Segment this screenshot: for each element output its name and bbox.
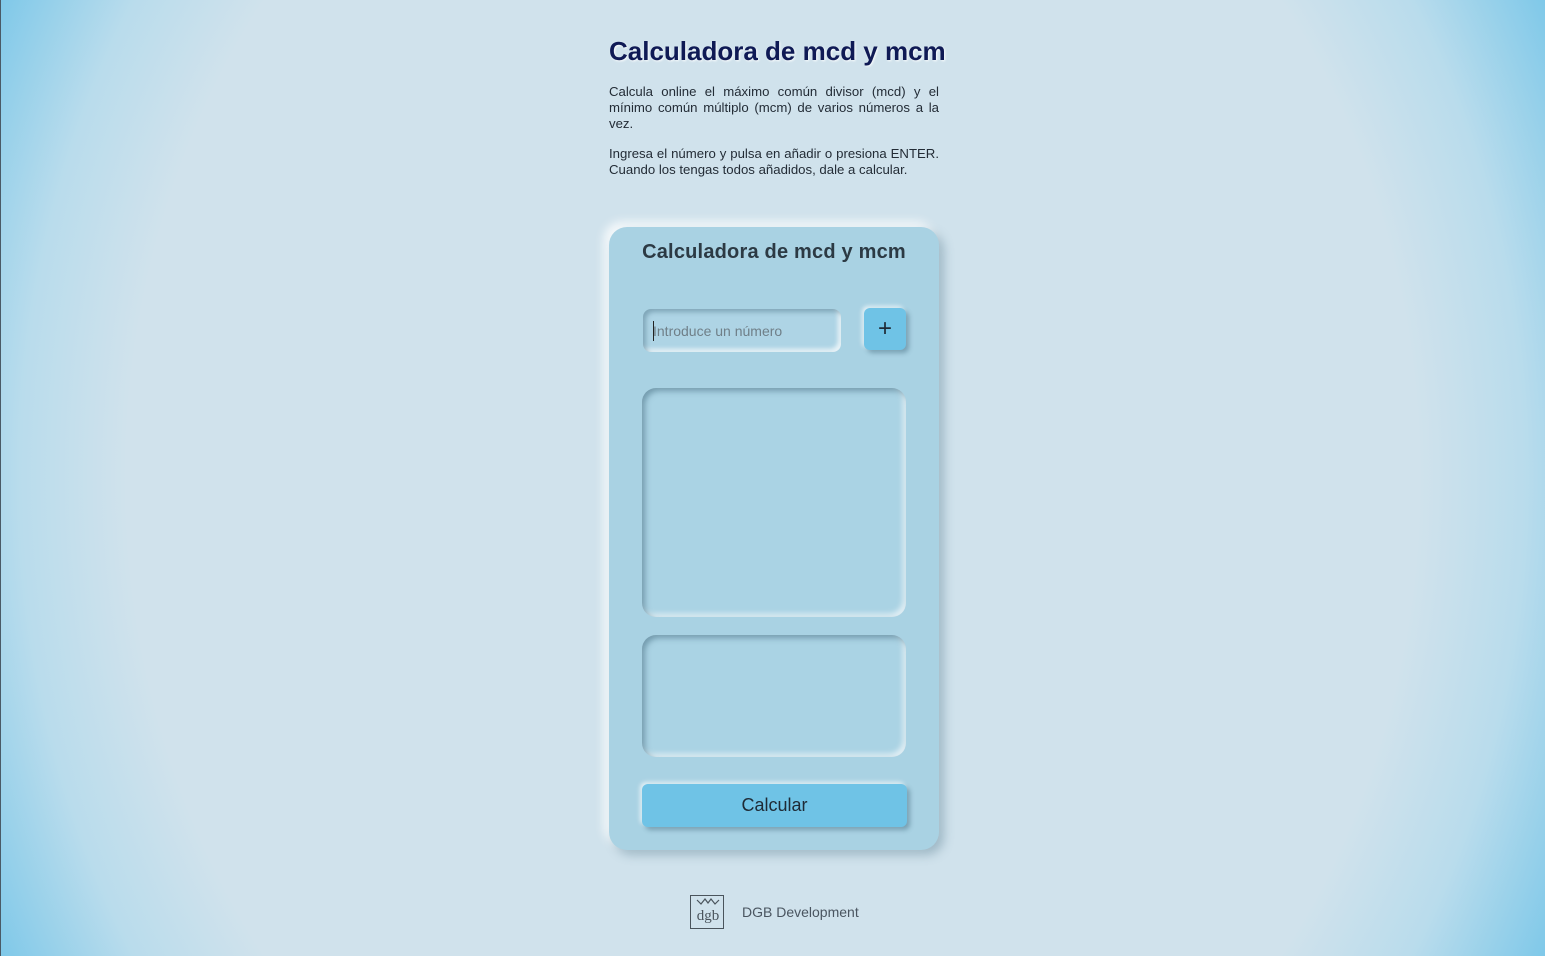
instructions-paragraph: Ingresa el número y pulsa en añadir o pr… xyxy=(609,146,939,177)
footer-text: DGB Development xyxy=(742,904,859,920)
description-paragraph: Calcula online el máximo común divisor (… xyxy=(609,84,939,131)
numbers-list-box xyxy=(642,388,906,617)
number-input[interactable] xyxy=(643,309,841,352)
add-number-button[interactable]: + xyxy=(864,308,906,350)
page-title: Calculadora de mcd y mcm xyxy=(609,36,946,66)
calculator-title: Calculadora de mcd y mcm xyxy=(642,241,906,263)
logo-mark: dgb xyxy=(697,908,720,924)
calculate-button[interactable]: Calcular xyxy=(642,784,907,827)
footer: dgb DGB Development xyxy=(690,894,859,930)
result-box xyxy=(642,635,906,757)
window-edge xyxy=(0,0,1,956)
intro-section: Calculadora de mcd y mcm Calcula online … xyxy=(609,0,946,178)
text-caret xyxy=(653,321,654,341)
calculator-card: Calculadora de mcd y mcm + Calcular xyxy=(609,227,939,850)
dgb-logo-icon[interactable]: dgb xyxy=(690,895,724,929)
